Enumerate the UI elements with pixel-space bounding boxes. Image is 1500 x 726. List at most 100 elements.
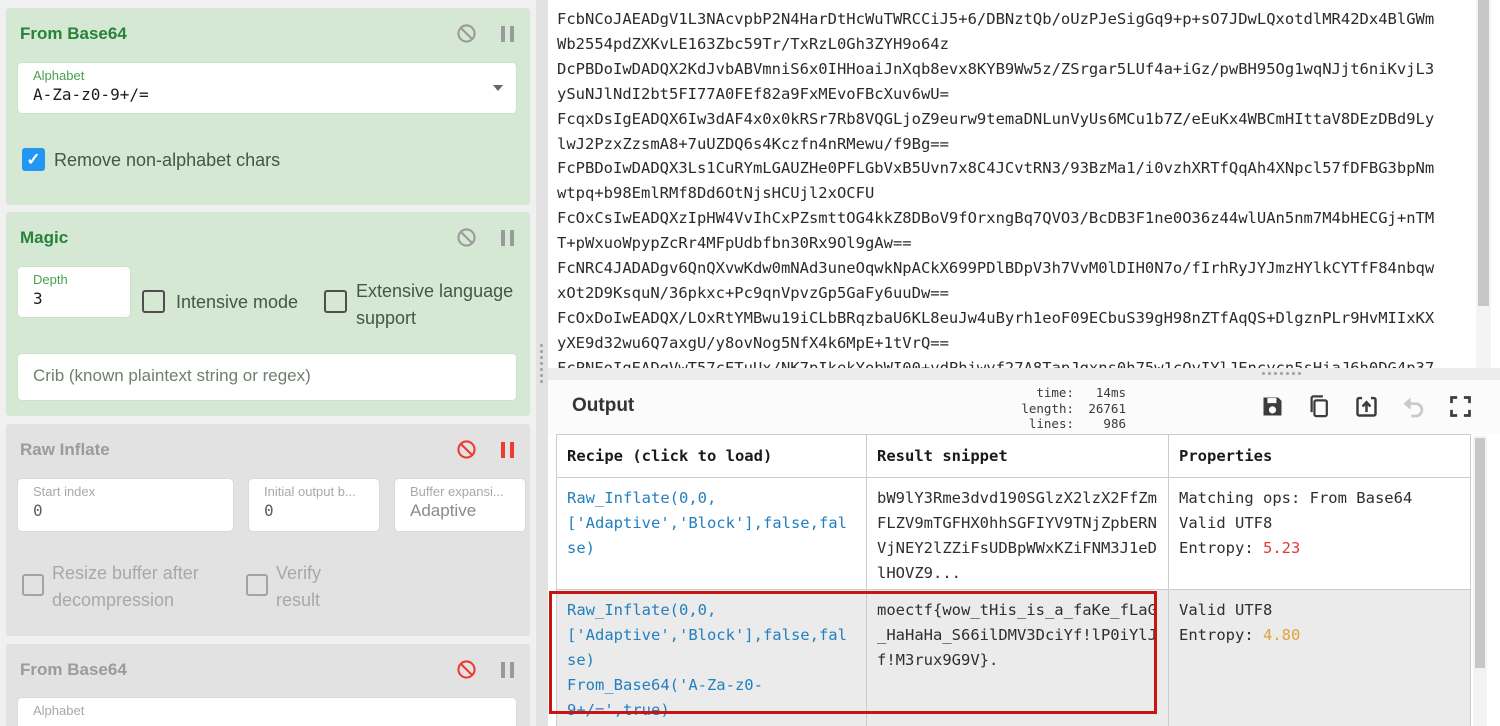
stat-lines-value: 986 xyxy=(1103,416,1126,431)
output-pane-title: Output xyxy=(572,395,635,416)
buffer-expansion-select[interactable]: Buffer expansi... Adaptive xyxy=(395,479,525,531)
input-textarea[interactable]: FcbNCoJAEADgV1L3NAcvpbP2N4HarDtHcWuTWRCC… xyxy=(548,0,1500,368)
verify-result-label: Verify result xyxy=(276,563,322,610)
stat-time-value: 14ms xyxy=(1095,385,1126,400)
output-scrollbar-thumb[interactable] xyxy=(1475,438,1485,668)
stat-lines-label: lines: xyxy=(1028,416,1074,431)
input-line: FcOxCsIwEADQXzIpHW4VvIhCxPZsmttOG4kkZ8DB… xyxy=(557,209,1435,228)
recipe-panel: From Base64 Alphabet A-Za-z0-9+/= ✓ Remo… xyxy=(0,0,536,726)
extensive-language-label: Extensive language support xyxy=(356,281,514,328)
op-from-base64-2[interactable]: From Base64 Alphabet xyxy=(6,644,530,726)
remove-non-alphabet-label: Remove non-alphabet chars xyxy=(54,150,281,170)
alphabet-label: Alphabet xyxy=(33,703,85,718)
maximize-output-icon[interactable] xyxy=(1447,393,1474,420)
splitter-grip[interactable] xyxy=(1262,372,1301,375)
alphabet-label: Alphabet xyxy=(33,68,85,83)
input-line: FcPBDoIwDADQX3Ls1CuRYmLGAUZHe0PFLGbVxB5U… xyxy=(557,159,1435,178)
input-line: wtpq+b98EmlRMf8Dd6OtNjsHCUjl2xOCFU xyxy=(557,184,875,203)
buffer-expansion-label: Buffer expansi... xyxy=(410,484,504,499)
depth-input[interactable]: Depth 3 xyxy=(18,267,130,317)
depth-value[interactable]: 3 xyxy=(33,289,43,308)
pause-op-icon[interactable] xyxy=(501,441,514,458)
depth-label: Depth xyxy=(33,272,68,287)
magic-row-properties: Valid UTF8 Entropy: 4.80 xyxy=(1169,590,1470,726)
start-index-label: Start index xyxy=(33,484,96,499)
resize-buffer-checkbox[interactable] xyxy=(22,574,44,596)
entropy-value: 5.23 xyxy=(1263,539,1301,557)
copy-output-icon[interactable] xyxy=(1306,393,1333,420)
resize-buffer-label: Resize buffer after decompression xyxy=(52,563,199,610)
pause-op-icon[interactable] xyxy=(501,661,514,678)
pane-splitter-vertical[interactable] xyxy=(536,0,548,726)
op-raw-inflate[interactable]: Raw Inflate Start index 0 Initial output… xyxy=(6,424,530,636)
intensive-mode-label: Intensive mode xyxy=(176,292,299,312)
crib-input[interactable]: Crib (known plaintext string or regex) xyxy=(18,354,516,400)
magic-row-recipe[interactable]: Raw_Inflate(0,0, ['Adaptive','Block'],fa… xyxy=(557,478,867,590)
output-stats: time: 14ms length: 26761 lines: 986 xyxy=(1021,385,1126,432)
disable-op-icon[interactable] xyxy=(456,23,477,44)
input-line: DcPBDoIwDADQX2KdJvbABVmniS6x0IHHoaiJnXqb… xyxy=(557,59,1435,78)
input-line: T+pWxuoWpypZcRr4MFpUdbfbn30Rx9Ol9gAw== xyxy=(557,234,912,253)
output-header: Output time: 14ms length: 26761 lines: 9… xyxy=(548,380,1500,434)
prop-valid-utf8: Valid UTF8 xyxy=(1179,601,1273,619)
intensive-mode-checkbox[interactable] xyxy=(142,290,165,313)
column-header-result: Result snippet xyxy=(867,435,1169,478)
op-title: Magic xyxy=(20,228,69,247)
op-title: Raw Inflate xyxy=(20,440,110,459)
initial-output-value[interactable]: 0 xyxy=(264,501,274,520)
initial-output-label: Initial output b... xyxy=(264,484,356,499)
disable-op-icon[interactable] xyxy=(456,439,477,460)
column-header-properties: Properties xyxy=(1169,435,1470,478)
alphabet-value[interactable]: A-Za-z0-9+/= xyxy=(33,85,149,104)
verify-result-checkbox[interactable] xyxy=(246,574,268,596)
input-line: FcNRC4JADADgv6QnQXvwKdw0mNAd3uneOqwkNpAC… xyxy=(557,259,1435,278)
output-scrollbar[interactable] xyxy=(1473,436,1487,726)
stat-length-value: 26761 xyxy=(1088,400,1126,416)
disable-op-icon[interactable] xyxy=(456,227,477,248)
remove-non-alphabet-checkbox[interactable]: ✓ xyxy=(22,148,45,171)
buffer-expansion-value[interactable]: Adaptive xyxy=(410,501,476,521)
input-line: yXE9d32wu6Q7axgU/y8ovNog5NfX4k6MpE+1tVrQ… xyxy=(557,333,949,352)
column-header-recipe: Recipe (click to load) xyxy=(557,435,867,478)
start-index-input[interactable]: Start index 0 xyxy=(18,479,233,531)
initial-output-input[interactable]: Initial output b... 0 xyxy=(249,479,379,531)
prop-valid-utf8: Valid UTF8 xyxy=(1179,514,1273,532)
input-text: FcbNCoJAEADgV1L3NAcvpbP2N4HarDtHcWuTWRCC… xyxy=(557,7,1434,368)
op-from-base64-1[interactable]: From Base64 Alphabet A-Za-z0-9+/= ✓ Remo… xyxy=(6,8,530,205)
start-index-value[interactable]: 0 xyxy=(33,501,43,520)
pause-op-icon[interactable] xyxy=(501,229,514,246)
magic-row-result[interactable]: moectf{wow_tHis_is_a_faKe_fLaG _HaHaHa_S… xyxy=(867,590,1169,726)
stat-length-label: length: xyxy=(1021,400,1074,416)
splitter-grip[interactable] xyxy=(540,344,543,383)
alphabet-select[interactable]: Alphabet xyxy=(18,698,516,726)
input-scrollbar-thumb[interactable] xyxy=(1478,0,1489,306)
input-line: FcbNCoJAEADgV1L3NAcvpbP2N4HarDtHcWuTWRCC… xyxy=(557,10,1435,28)
magic-row-properties: Matching ops: From Base64 Valid UTF8 Ent… xyxy=(1169,478,1470,590)
magic-row-recipe[interactable]: Raw_Inflate(0,0, ['Adaptive','Block'],fa… xyxy=(557,590,867,726)
disable-op-icon[interactable] xyxy=(456,659,477,680)
save-output-icon[interactable] xyxy=(1259,393,1286,420)
input-line: lwJ2PzxZzsmA8+7uUZDQ6s4Kczfn4nRMewu/f9Bg… xyxy=(557,134,949,153)
op-title: From Base64 xyxy=(20,24,127,43)
input-line: FcqxDsIgEADQX6Iw3dAF4x0x0kRSr7Rb8VQGLjoZ… xyxy=(557,109,1435,128)
undo-icon[interactable] xyxy=(1400,393,1427,420)
input-line: FcPNEoIgEADgVwT57cETuUx/NK7pIkekYobWI00+… xyxy=(557,358,1435,368)
op-magic[interactable]: Magic Depth 3 Intensive mode Extensive l… xyxy=(6,212,530,416)
pane-splitter-horizontal[interactable] xyxy=(548,368,1500,380)
input-line: xOt2D9KsquN/36pkxc+Pc9qnVpvzGp5GaFy6uuDw… xyxy=(557,283,949,302)
output-toolbar xyxy=(1259,393,1474,420)
input-line: ySuNJlNdI2bt5FI77A0FEf82a9FxMEvoFBcXuv6w… xyxy=(557,84,949,103)
cyberchef-app: From Base64 Alphabet A-Za-z0-9+/= ✓ Remo… xyxy=(0,0,1500,726)
chevron-down-icon[interactable] xyxy=(493,85,503,91)
stat-time-label: time: xyxy=(1036,385,1074,400)
extensive-language-checkbox[interactable] xyxy=(324,290,347,313)
input-line: FcOxDoIwEADQX/LOxRtYMBwu19iCLbBRqzbaU6KL… xyxy=(557,308,1435,327)
input-line: Wb2554pdZXKvLE163Zbc59Tr/TxRzL0Gh3ZYH9o6… xyxy=(557,34,949,53)
pause-op-icon[interactable] xyxy=(501,25,514,42)
op-title: From Base64 xyxy=(20,660,127,679)
input-scrollbar[interactable] xyxy=(1476,0,1491,368)
alphabet-select[interactable]: Alphabet A-Za-z0-9+/= xyxy=(18,63,516,113)
magic-row-result[interactable]: bW9lY3Rme3dvd190SGlzX2lzX2FfZm FLZV9mTGF… xyxy=(867,478,1169,590)
prop-entropy: Entropy: 5.23 xyxy=(1179,539,1301,557)
move-output-to-input-icon[interactable] xyxy=(1353,393,1380,420)
